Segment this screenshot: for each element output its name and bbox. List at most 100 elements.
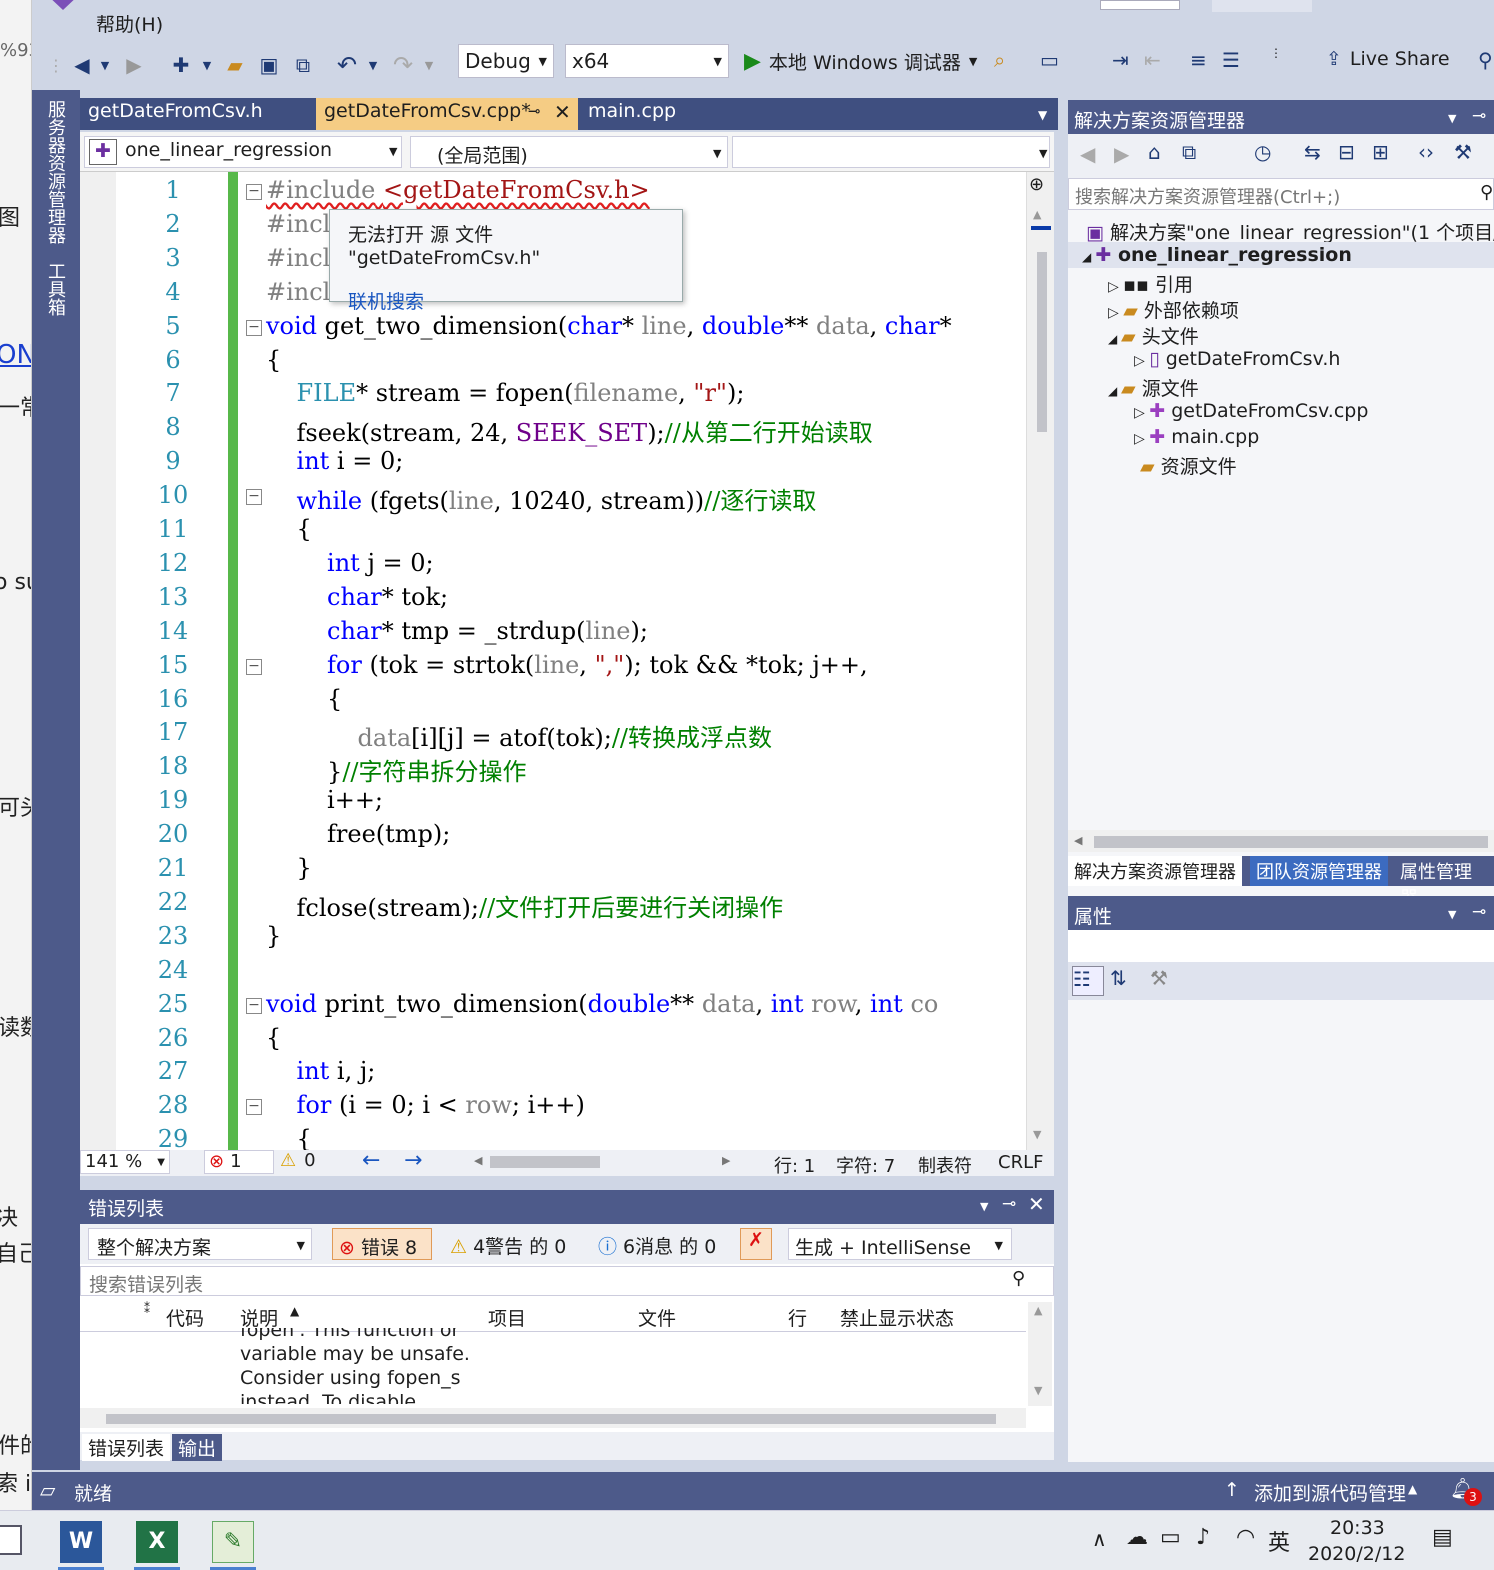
taskbar-app-icon[interactable] [0, 1525, 22, 1555]
project-node[interactable]: ◢ ✚ one_linear_regression [1082, 244, 1352, 266]
panel-menu-icon[interactable]: ▼ [1448, 112, 1456, 125]
chevron-up-icon[interactable]: ▲ [1408, 1482, 1417, 1496]
error-description-cell[interactable]: fopen'. This function or variable may be… [240, 1328, 500, 1404]
hscroll-left-icon[interactable]: ◀ [1074, 834, 1082, 847]
vertical-scrollbar[interactable]: ⊕ ▲ ▼ [1026, 172, 1054, 1150]
run-debugger-button[interactable]: ▶ 本地 Windows 调试器 ▼ [744, 46, 977, 76]
config-select[interactable]: Debug ▼ [458, 44, 554, 78]
hscroll-thumb[interactable] [1094, 836, 1488, 848]
code-line[interactable]: { [266, 1125, 312, 1150]
member-select[interactable]: ▼ [732, 136, 1050, 168]
excel-icon[interactable]: X [136, 1521, 178, 1563]
ime-indicator[interactable]: 英 [1268, 1525, 1290, 1557]
tab-toolbox[interactable]: 工具箱 [42, 262, 68, 316]
word-icon[interactable]: W [60, 1521, 102, 1563]
panel-menu-icon[interactable]: ▼ [1448, 908, 1456, 921]
code-line[interactable]: { [266, 1024, 281, 1052]
search-icon[interactable]: ⚲ [1480, 182, 1493, 203]
collapse-icon[interactable]: ⊟ [1338, 140, 1355, 164]
home-icon[interactable]: ⌂ [1148, 140, 1161, 164]
redo-dropdown-icon[interactable]: ▼ [422, 48, 436, 82]
errors-filter-button[interactable]: ⊗ 错误 8 [332, 1228, 432, 1260]
back-icon[interactable]: ◀ [1080, 142, 1095, 166]
code-line[interactable]: }//字符串拆分操作 [266, 752, 526, 787]
code-line[interactable]: FILE* stream = fopen(filename, "r"); [266, 379, 745, 407]
code-line[interactable]: data[i][j] = atof(tok);//转换成浮点数 [266, 718, 772, 753]
messages-filter-button[interactable]: ⓘ 6消息 的 0 [598, 1232, 716, 1259]
warning-count-button[interactable]: ⚠ 0 [280, 1150, 316, 1171]
save-all-icon[interactable]: ⧉ [288, 48, 318, 82]
scroll-thumb[interactable] [1037, 252, 1047, 432]
volume-icon[interactable]: ♪ [1196, 1525, 1210, 1550]
code-line[interactable]: #include <getDateFromCsv.h> [266, 176, 650, 204]
switch-view-icon[interactable]: ⧉ [1182, 140, 1196, 164]
tab-getdatefromcsv-cpp[interactable]: getDateFromCsv.cpp* ⊸ ✕ [316, 98, 578, 130]
back-icon[interactable]: ◀ [68, 48, 96, 82]
error-count-button[interactable]: ⊗ 1 [204, 1150, 274, 1174]
code-editor[interactable]: 1− #include <getDateFromCsv.h> 2 #incl 3 #inc… [80, 172, 1054, 1150]
solution-root[interactable]: ▣ 解决方案"one_linear_regression"(1 个项目/共 [1086, 218, 1494, 245]
panel-menu-icon[interactable]: ▼ [980, 1200, 988, 1213]
outdent-icon[interactable]: ⇤ [1144, 48, 1168, 74]
code-line[interactable]: char* tmp = _strdup(line); [266, 617, 648, 645]
code-line[interactable]: #incl [266, 278, 330, 306]
scroll-up-icon[interactable]: ▲ [1033, 208, 1041, 221]
categorized-icon[interactable]: ☷ [1072, 966, 1104, 996]
col-desc[interactable]: 说明 [240, 1304, 278, 1331]
search-icon[interactable]: ⚲ [1012, 1268, 1025, 1289]
pin-icon[interactable]: ⊸ [1472, 106, 1486, 126]
indent-icon[interactable]: ⇥ [1112, 48, 1136, 74]
fold-toggle-icon[interactable]: − [246, 319, 262, 336]
code-line[interactable]: free(tmp); [266, 820, 450, 848]
tab-server-explorer[interactable]: 服务器资源管理器 [42, 100, 68, 244]
code-line[interactable]: i++; [266, 786, 383, 814]
scope-filter[interactable]: 整个解决方案 ▼ [88, 1228, 312, 1260]
search-box-stub[interactable] [1100, 0, 1180, 10]
cloud-icon[interactable]: ☁ [1126, 1525, 1148, 1550]
undo-icon[interactable]: ↶ [332, 48, 362, 82]
code-line[interactable]: for (i = 0; i < row; i++) [266, 1091, 585, 1119]
code-line[interactable]: fclose(stream);//文件打开后要进行关闭操作 [266, 888, 784, 923]
new-dropdown-icon[interactable]: ▼ [200, 48, 214, 82]
code-line[interactable]: { [266, 685, 342, 713]
account-icon[interactable]: ⚲ [1478, 48, 1493, 72]
wifi-icon[interactable]: ◠ [1236, 1525, 1255, 1550]
scroll-down-icon[interactable]: ▼ [1034, 1384, 1042, 1397]
tree-item-headers[interactable]: ◢ ▰ 头文件 [1108, 322, 1199, 349]
hscroll-thumb[interactable] [106, 1414, 996, 1424]
nav-forward-icon[interactable]: → [404, 1148, 422, 1173]
code-line[interactable]: int i, j; [266, 1057, 376, 1085]
forward-icon[interactable]: ▶ [1114, 142, 1129, 166]
code-line[interactable]: { [266, 515, 312, 543]
tab-team-explorer[interactable]: 团队资源管理器 [1250, 856, 1388, 886]
tree-item-external[interactable]: ▷ ▰ 外部依赖项 [1108, 296, 1239, 323]
save-icon[interactable]: ▣ [254, 48, 284, 82]
redo-icon[interactable]: ↷ [388, 48, 418, 82]
scroll-up-icon[interactable]: ▲ [1034, 1304, 1042, 1317]
history-icon[interactable]: ◷ [1254, 140, 1271, 164]
overflow-icon[interactable]: ⋮ [1270, 46, 1284, 76]
alphabetical-icon[interactable]: ⇅ [1110, 966, 1127, 990]
scope-select[interactable]: (全局范围) ▼ [410, 136, 728, 168]
code-line[interactable]: #incl [266, 210, 330, 238]
code-line[interactable]: void get_two_dimension(char* line, doubl… [266, 312, 952, 340]
fold-toggle-icon[interactable]: − [246, 997, 262, 1014]
sort-icon[interactable]: ⁑ [144, 1302, 150, 1316]
solution-hscroll[interactable]: ◀ [1068, 830, 1494, 852]
code-line[interactable]: for (tok = strtok(line, ","); tok && *to… [266, 651, 868, 679]
code-line[interactable]: #incl [266, 244, 330, 272]
error-vscroll[interactable]: ▲ ▼ [1028, 1302, 1052, 1406]
zoom-select[interactable]: 141 % ▼ [80, 1150, 170, 1174]
sync-icon[interactable]: ⇆ [1304, 140, 1321, 164]
tree-item-resources[interactable]: ▰ 资源文件 [1140, 452, 1237, 479]
tab-property-manager[interactable]: 属性管理器 [1394, 856, 1494, 909]
forward-icon[interactable]: ▶ [120, 48, 148, 82]
fold-toggle-icon[interactable]: − [246, 489, 262, 506]
tab-output[interactable]: 输出 [172, 1434, 223, 1461]
code-line[interactable]: void print_two_dimension(double** data, … [266, 990, 938, 1018]
new-project-icon[interactable]: ✚ [166, 48, 196, 82]
tab-main-cpp[interactable]: main.cpp [580, 98, 732, 130]
tab-overflow-icon[interactable]: ▼ [1038, 108, 1047, 122]
tree-item-sources[interactable]: ◢ ▰ 源文件 [1108, 374, 1199, 401]
live-share-button[interactable]: ⇪ Live Share [1326, 48, 1450, 70]
